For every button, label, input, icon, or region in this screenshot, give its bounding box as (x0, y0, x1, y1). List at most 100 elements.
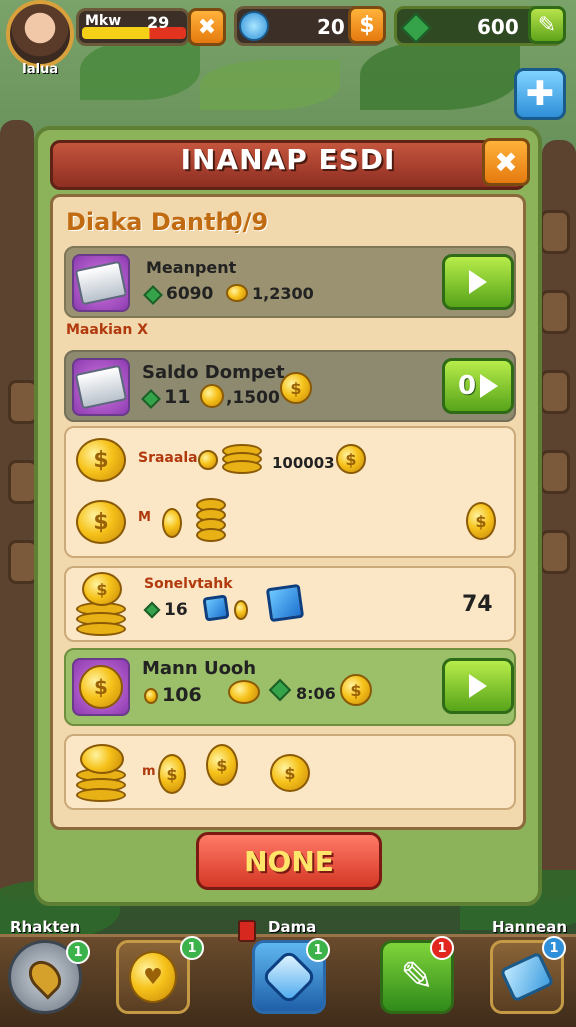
close-hud-button[interactable]: ✖ (188, 8, 226, 46)
flag-icon (238, 920, 256, 942)
row-title: Meanpent (146, 258, 237, 277)
nav-label-middle: Dama (268, 918, 317, 936)
play-button[interactable]: 0 (442, 358, 514, 414)
close-panel-button[interactable]: ✖ (482, 138, 530, 186)
leaf-decor (360, 40, 520, 110)
nav-badge: 1 (306, 938, 330, 962)
coin-icon: $ (82, 572, 122, 606)
coin-stack-icon (222, 444, 272, 478)
heart-shield-icon: ♥ (129, 951, 177, 1003)
list-item: $ Sraaala 100003 $ $ M $ (64, 426, 516, 558)
coin-stack-icon (196, 498, 236, 544)
play-button[interactable] (442, 254, 514, 310)
coin-icon: $ (280, 372, 312, 404)
gem-icon (143, 601, 161, 619)
gem-icon (268, 678, 292, 702)
play-icon (469, 674, 487, 698)
row-stat: 106 (162, 684, 202, 706)
play-button-label: 0 (457, 371, 477, 401)
nav-label-left: Rhakten (10, 918, 81, 936)
pencil-icon: ✎ (400, 954, 434, 1000)
player-avatar[interactable] (6, 0, 74, 68)
side-tab[interactable] (540, 450, 570, 494)
list-item: $ Sonelvtahk 16 74 (64, 566, 516, 642)
cube-icon (202, 594, 230, 622)
leaf-decor (80, 40, 200, 100)
edit-gems-button[interactable]: ✎ (528, 6, 566, 44)
add-coins-button[interactable]: $ (348, 6, 386, 44)
row-value: 74 (462, 592, 493, 617)
panel-title: INANAP ESDI (180, 143, 396, 176)
row-stat: 16 (164, 600, 188, 620)
coin-icon: $ (466, 502, 496, 540)
row-stat: 1,2300 (252, 284, 314, 303)
row-stat: 6090 (166, 284, 214, 304)
coin-icon (80, 744, 124, 774)
coin-icon: $ (76, 438, 126, 482)
gem-icon (143, 285, 163, 305)
close-icon: ✖ (494, 145, 518, 179)
nav-label-right: Hannean (492, 918, 568, 936)
health-value: 29 (147, 13, 170, 32)
coin-icon (144, 688, 158, 704)
close-icon: ✖ (197, 14, 217, 40)
pencil-icon: ✎ (537, 12, 557, 38)
row-stat: 11 (164, 386, 191, 408)
nav-badge: 1 (430, 936, 454, 960)
coin-icon (234, 600, 248, 620)
row-value: 100003 (272, 454, 335, 472)
map-pin-icon (22, 954, 68, 1000)
row-title: Saldo Dompet (142, 362, 285, 383)
leaf-decor (200, 60, 340, 110)
list-item: Meanpent 6090 1,2300 (64, 246, 516, 318)
gem-value: 600 (477, 15, 519, 39)
summary-label: Diaka Danth) (66, 208, 244, 236)
list-item: $ Mann Uooh 106 8:06 $ (64, 648, 516, 726)
tree-trunk-right (542, 140, 576, 900)
nav-badge: 1 (66, 940, 90, 964)
gem-icon (400, 12, 432, 44)
health-bar: Mkw 29 (76, 8, 190, 46)
coin-icon (200, 384, 224, 408)
nav-shield-button[interactable]: ♥ (116, 940, 190, 1014)
coin-icon: $ (158, 754, 186, 794)
cube-icon (265, 583, 305, 623)
coin-icon: $ (336, 444, 366, 474)
play-button[interactable] (442, 658, 514, 714)
coin-icon (228, 680, 260, 704)
row-label: Sonelvtahk (144, 576, 233, 592)
coin-icon: $ (340, 674, 372, 706)
row-label: Sraaala (138, 450, 198, 466)
none-button[interactable]: NONE (196, 832, 382, 890)
section-label: Maakian X (66, 322, 149, 338)
puzzle-icon (499, 951, 555, 1003)
coin-icon (162, 508, 182, 538)
row-label: m (142, 764, 156, 779)
dollar-icon: $ (359, 12, 375, 38)
row-stat: ,1500 (226, 388, 280, 408)
coin-icon: $ (76, 500, 126, 544)
chest-icon (72, 254, 130, 312)
health-label: Mkw (85, 13, 122, 29)
list-item: m $ $ $ (64, 734, 516, 810)
coin-icon: $ (206, 744, 238, 786)
side-tab[interactable] (540, 530, 570, 574)
nav-badge: 1 (542, 936, 566, 960)
coin-icon (198, 450, 218, 470)
play-icon (480, 374, 499, 398)
add-button[interactable]: ✚ (514, 68, 566, 120)
nav-badge: 1 (180, 936, 204, 960)
side-tab[interactable] (540, 210, 570, 254)
row-sub: M (138, 510, 151, 525)
plus-icon: ✚ (525, 74, 555, 114)
crystal-icon (239, 11, 269, 41)
coin-icon: $ (270, 754, 310, 792)
coin-icon (226, 284, 248, 302)
row-title: Mann Uooh (142, 658, 257, 679)
coin-pack-icon: $ (72, 658, 130, 716)
tree-trunk-left (0, 120, 34, 900)
list-item: Saldo Dompet 11 ,1500 $ 0 (64, 350, 516, 422)
summary-value: 0/9 (226, 208, 269, 236)
side-tab[interactable] (540, 290, 570, 334)
side-tab[interactable] (540, 370, 570, 414)
